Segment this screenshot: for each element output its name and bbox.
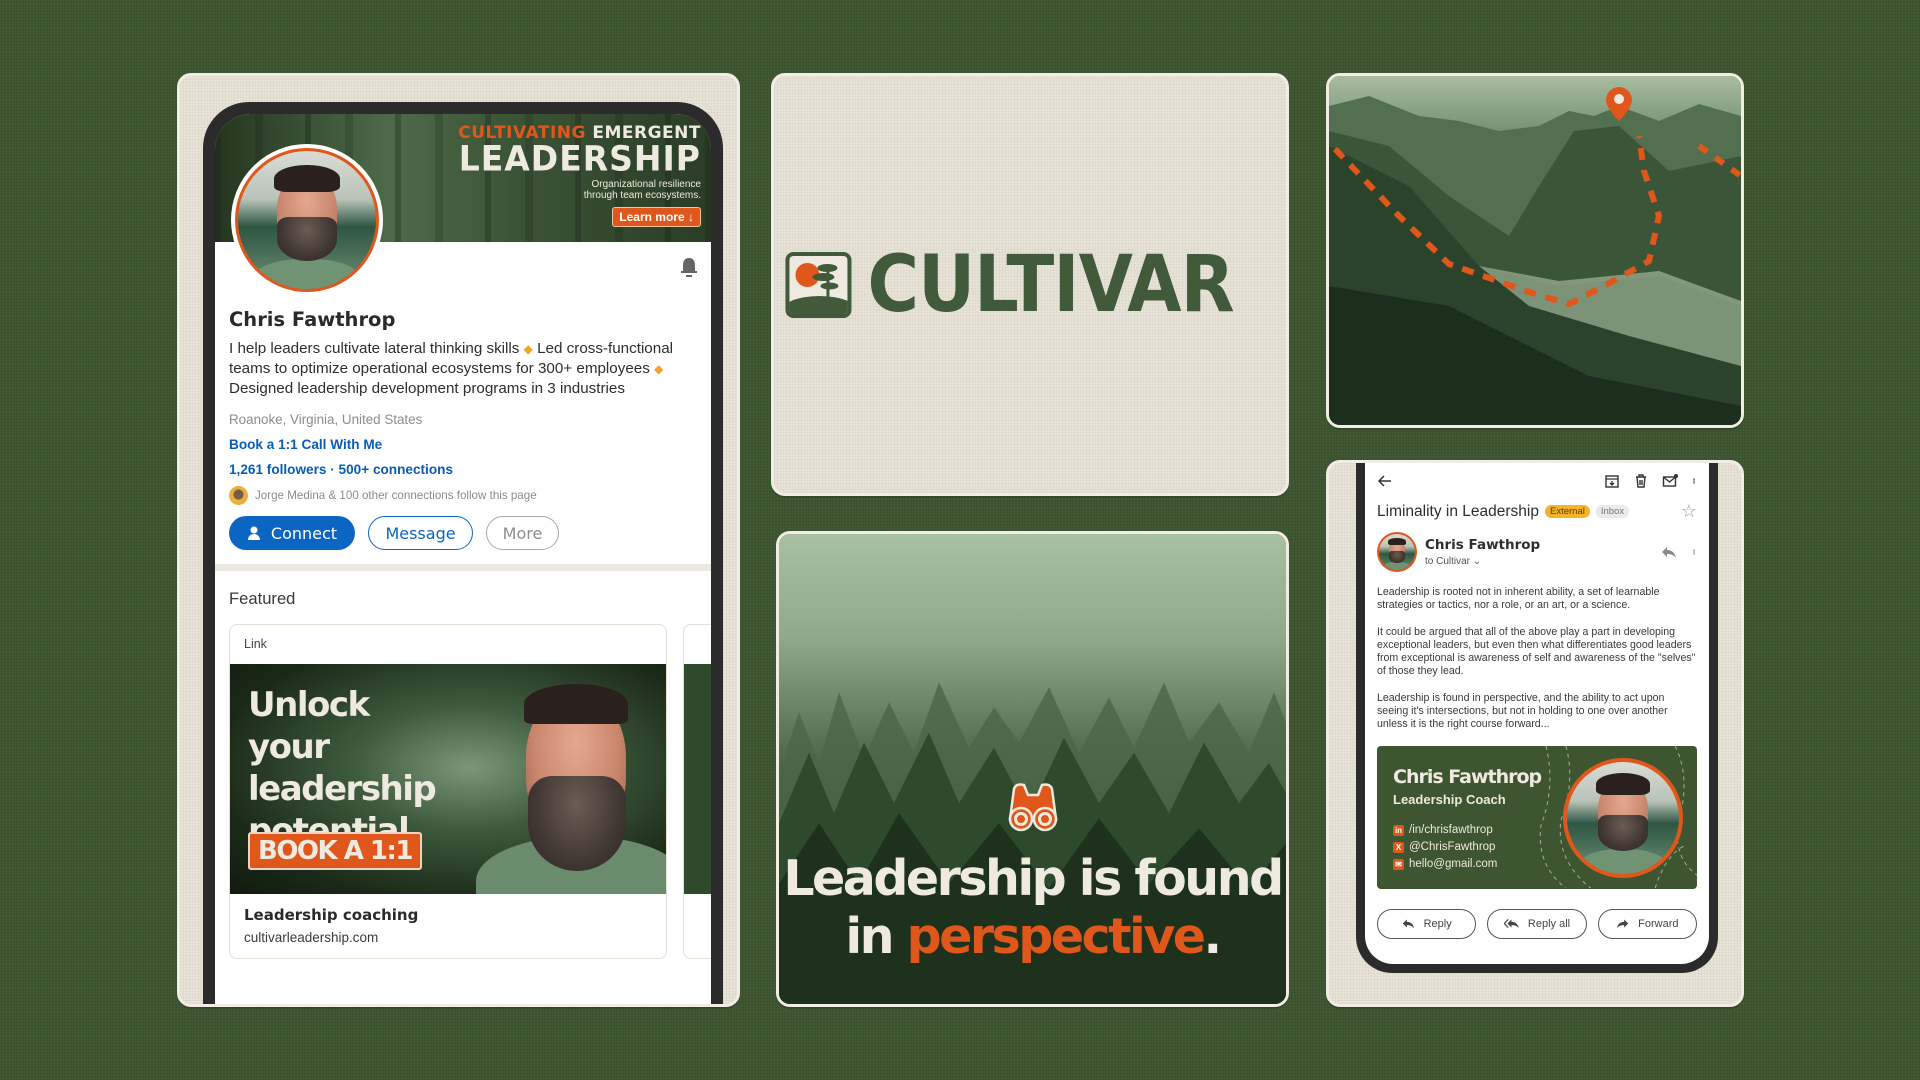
mutual-avatar xyxy=(229,486,248,505)
diamond-icon: ◆ xyxy=(654,362,664,376)
reply-all-button[interactable]: Reply all xyxy=(1487,908,1587,939)
back-arrow-icon[interactable] xyxy=(1377,473,1393,489)
signature-linkedin[interactable]: in /in/chrisfawthrop xyxy=(1393,822,1497,839)
connect-button[interactable]: Connect xyxy=(229,516,355,550)
banner-text: CULTIVATING EMERGENT LEADERSHIP Organiza… xyxy=(458,124,701,227)
mark-unread-icon[interactable] xyxy=(1662,473,1678,489)
email-subject: Liminality in Leadership xyxy=(1377,502,1539,520)
mountain-photo xyxy=(1329,76,1741,425)
external-tag: External xyxy=(1544,505,1590,518)
archive-icon[interactable] xyxy=(1604,473,1620,489)
more-vert-icon[interactable] xyxy=(1691,473,1697,489)
reply-button[interactable]: Reply xyxy=(1377,908,1477,939)
mutual-connections[interactable]: Jorge Medina & 100 other connections fol… xyxy=(229,486,697,505)
more-button[interactable]: More xyxy=(486,516,559,550)
linkedin-icon: in xyxy=(1393,824,1404,836)
sender-avatar[interactable] xyxy=(1377,532,1417,572)
email-body: Leadership is rooted not in inherent abi… xyxy=(1377,586,1696,731)
phone-frame: Liminality in Leadership External Inbox … xyxy=(1356,463,1718,973)
card-image: Unlock your leadership potential BOOK A … xyxy=(230,664,666,894)
bell-icon[interactable] xyxy=(679,256,699,278)
forest-photo: Leadership is found in perspective. xyxy=(779,534,1286,1004)
profile-location: Roanoke, Virginia, United States xyxy=(229,412,423,427)
profile-headline: I help leaders cultivate lateral thinkin… xyxy=(229,340,674,397)
signature-avatar xyxy=(1563,757,1683,878)
binoculars-icon xyxy=(1008,783,1057,832)
leadership-quote: Leadership is found in perspective. xyxy=(783,850,1284,965)
profile-mockup-panel: CULTIVATING EMERGENT LEADERSHIP Organiza… xyxy=(177,73,740,1007)
banner-subtitle-1: Organizational resilience xyxy=(591,179,701,190)
signature-role: Leadership Coach xyxy=(1393,791,1506,807)
logo-panel: CULTIVAR xyxy=(771,73,1289,496)
section-divider xyxy=(215,564,711,571)
learn-more-button[interactable]: Learn more ↓ xyxy=(612,207,701,227)
banner-title: LEADERSHIP xyxy=(458,138,701,179)
card-title: Leadership coaching xyxy=(244,906,419,924)
message-button[interactable]: Message xyxy=(368,516,473,550)
forward-icon xyxy=(1616,919,1629,929)
more-vert-icon[interactable] xyxy=(1691,544,1697,560)
x-icon: X xyxy=(1393,841,1404,853)
email-mockup-panel: Liminality in Leadership External Inbox … xyxy=(1326,460,1744,1007)
diamond-icon: ◆ xyxy=(523,342,533,356)
profile-name: Chris Fawthrop xyxy=(229,308,396,331)
signature-email[interactable]: ✉ hello@gmail.com xyxy=(1393,856,1497,873)
add-person-icon xyxy=(247,526,260,540)
featured-carousel[interactable]: Link Unlock your leadership potential BO… xyxy=(229,624,711,959)
email-signature: Chris Fawthrop Leadership Coach in /in/c… xyxy=(1377,745,1697,889)
signature-x[interactable]: X @ChrisFawthrop xyxy=(1393,839,1497,856)
email-toolbar xyxy=(1377,471,1697,491)
inbox-tag[interactable]: Inbox xyxy=(1595,505,1630,518)
email-sender: Chris Fawthrop to Cultivar ⌄ xyxy=(1377,532,1697,572)
banner-subtitle-2: through team ecosystems. xyxy=(583,190,701,201)
forward-button[interactable]: Forward xyxy=(1597,908,1697,939)
card-type-label: Link xyxy=(244,637,267,651)
email-screen: Liminality in Leadership External Inbox … xyxy=(1365,463,1709,964)
card-image-button: BOOK A 1:1 xyxy=(248,832,422,870)
profile-actions: Connect Message More xyxy=(229,516,697,550)
star-icon[interactable]: ☆ xyxy=(1681,501,1697,522)
booking-link[interactable]: Book a 1:1 Call With Me xyxy=(229,437,697,452)
quote-highlight: perspective xyxy=(906,908,1206,965)
mail-icon: ✉ xyxy=(1393,858,1404,870)
email-subject-row: Liminality in Leadership External Inbox … xyxy=(1377,501,1697,522)
card-image-text: Unlock your leadership potential xyxy=(248,685,437,851)
reply-icon[interactable] xyxy=(1661,544,1677,560)
profile-body: Chris Fawthrop I help leaders cultivate … xyxy=(215,242,711,959)
reply-icon xyxy=(1402,919,1414,929)
reply-all-icon xyxy=(1503,919,1519,929)
sender-name: Chris Fawthrop xyxy=(1425,537,1541,553)
phone-frame: CULTIVATING EMERGENT LEADERSHIP Organiza… xyxy=(203,102,723,1004)
profile-screen: CULTIVATING EMERGENT LEADERSHIP Organiza… xyxy=(215,114,711,1004)
cultivar-wordmark: CULTIVAR xyxy=(867,239,1234,330)
featured-heading: Featured xyxy=(229,589,296,608)
email-actions: Reply Reply all Forward xyxy=(1377,908,1697,939)
quote-panel: Leadership is found in perspective. xyxy=(776,531,1289,1007)
tree-sun-logo-icon xyxy=(785,251,852,318)
mountain-trail-panel xyxy=(1326,73,1744,428)
profile-avatar[interactable] xyxy=(231,144,383,296)
signature-name: Chris Fawthrop xyxy=(1393,765,1542,788)
card-url: cultivarleadership.com xyxy=(244,930,379,945)
trash-icon[interactable] xyxy=(1633,473,1649,489)
featured-card[interactable]: Link Unlock your leadership potential BO… xyxy=(229,624,667,959)
map-pin-icon xyxy=(1606,87,1632,121)
followers-connections-link[interactable]: 1,261 followers · 500+ connections xyxy=(229,462,697,477)
recipient-dropdown[interactable]: to Cultivar ⌄ xyxy=(1425,556,1540,567)
cultivar-logo: CULTIVAR xyxy=(785,246,1274,324)
featured-card-next[interactable] xyxy=(683,624,711,959)
